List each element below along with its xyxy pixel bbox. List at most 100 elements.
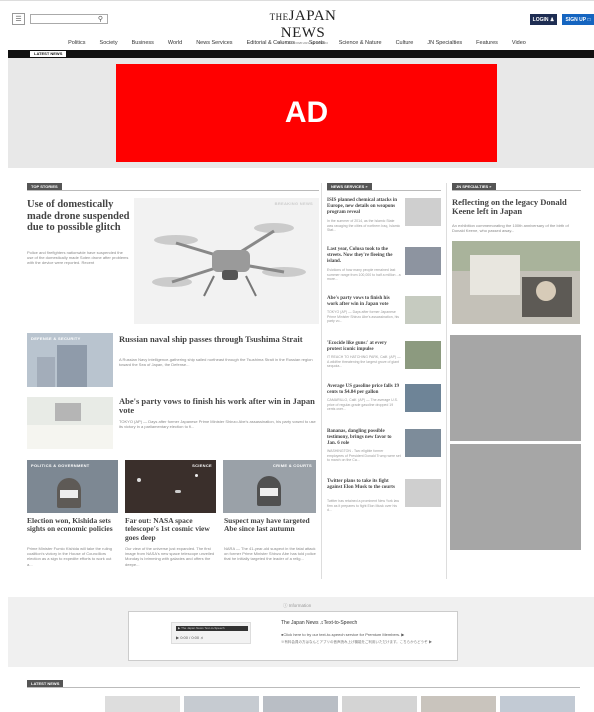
card-headline[interactable]: Far out: NASA space telescope's 1st cosm… (125, 516, 216, 542)
news-service-thumbnail[interactable] (405, 247, 441, 275)
feature-summary: An exhibition commemorating the 100th an… (452, 223, 569, 234)
nav-item-politics[interactable]: Politics (61, 38, 92, 48)
hamburger-icon: ☰ (15, 16, 22, 23)
galaxy-photo[interactable]: SCIENCE (125, 460, 216, 513)
card-summary: NARA — The 41-year-old suspect in the fa… (224, 546, 316, 562)
tts-title[interactable]: The Japan News ♫Text-to-Speech (281, 620, 357, 626)
header: ☰ ⚲ THEJAPAN NEWS BY THE YOMIURI SHIMBUN… (0, 0, 594, 45)
signup-button[interactable]: SIGN UP □ (562, 14, 594, 25)
ad-placeholder[interactable] (450, 444, 581, 550)
photo-label: BREAKING NEWS (274, 201, 313, 206)
nav-item-sports[interactable]: Sports (302, 38, 332, 48)
player-controls[interactable]: ▶ 0:00 / 0:00 ♬ (176, 635, 204, 640)
user-icon: ♟ (549, 16, 555, 23)
ad-banner[interactable]: AD (116, 64, 497, 162)
photo-category-label: CRIME & COURTS (272, 463, 312, 468)
card-summary: Prime Minister Fumio Kishida will take t… (27, 546, 112, 567)
story-summary: TOKYO (AP) — Days after former Japanese … (119, 419, 316, 430)
news-service-item[interactable]: ISIS planned chemical attacks in Europe,… (327, 198, 441, 242)
news-service-headline[interactable]: Abe's party vows to finish his work afte… (327, 296, 401, 308)
nav-item-science[interactable]: Science & Nature (332, 38, 389, 48)
story-headline[interactable]: Abe's party vows to finish his work afte… (119, 396, 319, 416)
site-logo[interactable]: THEJAPAN NEWS BY THE YOMIURI SHIMBUN (248, 8, 358, 45)
latest-news-thumbnail[interactable] (105, 696, 180, 712)
story-headline[interactable]: Russian naval ship passes through Tsushi… (119, 334, 319, 344)
news-service-headline[interactable]: ISIS planned chemical attacks in Europe,… (327, 198, 401, 215)
news-service-item[interactable]: 'Ecocide like guns:' at every protest ic… (327, 341, 441, 381)
info-icon: ⓘ (283, 603, 288, 608)
news-service-summary: CAMARILLO, Calif. (AP) — The average U.S… (327, 398, 398, 412)
player-title: ▶ The Japan News Text-to-Speech (178, 626, 225, 630)
nav-item-culture[interactable]: Culture (389, 38, 421, 48)
news-service-headline[interactable]: 'Ecocide like guns:' at every protest ic… (327, 341, 401, 353)
section-label-text: NEWS SERVICES (331, 184, 365, 189)
news-service-thumbnail[interactable] (405, 296, 441, 324)
signup-label: SIGN UP (565, 16, 587, 23)
news-service-thumbnail[interactable] (405, 384, 441, 412)
news-service-headline[interactable]: Last year, Colusa took to the streets. N… (327, 247, 401, 264)
kishida-photo[interactable]: POLITICS & GOVERNMENT (27, 460, 118, 513)
news-service-thumbnail[interactable] (405, 198, 441, 226)
latest-news-strip (27, 696, 594, 712)
latest-news-thumbnail[interactable] (421, 696, 496, 712)
nav-item-news-services[interactable]: News Services (189, 38, 239, 48)
chevron-right-icon: » (365, 184, 368, 189)
building-photo[interactable]: DEFENSE & SECURITY (27, 333, 113, 387)
latest-news-thumbnail[interactable] (342, 696, 417, 712)
ad-zone: AD (8, 58, 594, 168)
information-label: ⓘ Information (283, 603, 311, 609)
information-section: ⓘ Information ▶ The Japan News Text-to-S… (8, 597, 594, 667)
nav-item-world[interactable]: World (161, 38, 189, 48)
login-button[interactable]: LOGIN ♟ (530, 14, 557, 25)
news-service-item[interactable]: Average US gasoline price falls 19 cents… (327, 384, 441, 424)
search-icon[interactable]: ⚲ (98, 15, 103, 24)
lead-headline[interactable]: Use of domestically made drone suspended… (27, 199, 130, 234)
news-service-headline[interactable]: Twitter plans to take its fight against … (327, 479, 401, 491)
news-service-thumbnail[interactable] (405, 479, 441, 507)
suspect-photo[interactable]: CRIME & COURTS (223, 460, 316, 513)
play-icon[interactable]: ▶ (176, 635, 179, 640)
news-service-headline[interactable]: Bananas, dangling possible testimony, br… (327, 429, 401, 446)
news-service-summary: WASHINGTON - Two eligible former employe… (327, 449, 401, 463)
latest-news-thumbnail[interactable] (500, 696, 575, 712)
page: ☰ ⚲ THEJAPAN NEWS BY THE YOMIURI SHIMBUN… (0, 0, 594, 712)
news-service-headline[interactable]: Average US gasoline price falls 19 cents… (327, 384, 401, 396)
nav-item-business[interactable]: Business (125, 38, 161, 48)
feature-headline[interactable]: Reflecting on the legacy Donald Keene le… (452, 197, 582, 217)
card-headline[interactable]: Suspect may have targeted Abe since last… (224, 516, 316, 534)
tts-link[interactable]: ●Click here to try our text-to-speech se… (281, 632, 456, 637)
latest-news-ticker[interactable]: LATEST NEWS (8, 50, 594, 58)
section-label-text: JN SPECIALTIES (456, 184, 489, 189)
nav-item-editorial[interactable]: Editorial & Columns (240, 38, 302, 48)
card-summary: Our view of the universe just expanded. … (125, 546, 215, 567)
nav-item-video[interactable]: Video (505, 38, 533, 48)
keene-photo[interactable] (452, 241, 580, 324)
audio-player[interactable]: ▶ The Japan News Text-to-Speech ▶ 0:00 /… (171, 622, 251, 644)
lead-summary: Police and firefighters nationwide have … (27, 250, 129, 266)
news-service-item[interactable]: Last year, Colusa took to the streets. N… (327, 247, 441, 291)
card-headline[interactable]: Election won, Kishida sets sights on eco… (27, 516, 118, 534)
news-service-item[interactable]: Twitter plans to take its fight against … (327, 479, 441, 521)
news-service-summary: Evictions of how many people remained la… (327, 268, 401, 282)
nav-item-features[interactable]: Features (469, 38, 505, 48)
nav-item-jn-specialties[interactable]: JN Specialties (420, 38, 469, 48)
latest-news-thumbnail[interactable] (263, 696, 338, 712)
player-header: ▶ The Japan News Text-to-Speech (176, 626, 248, 631)
logo-the: THE (269, 12, 289, 22)
text-to-speech-card[interactable]: ▶ The Japan News Text-to-Speech ▶ 0:00 /… (128, 611, 458, 661)
news-service-item[interactable]: Abe's party vows to finish his work afte… (327, 296, 441, 336)
news-service-thumbnail[interactable] (405, 429, 441, 457)
volume-icon[interactable]: ♬ (200, 635, 204, 640)
nav-item-society[interactable]: Society (93, 38, 125, 48)
flowers-photo[interactable] (27, 397, 113, 449)
signup-icon: □ (587, 16, 591, 23)
ad-placeholder[interactable] (450, 335, 581, 441)
tts-japanese-link[interactable]: ※有料会員の方はなんとアプリの音声読み上げ機能をご利用いただけます。こちらからど… (281, 640, 456, 645)
news-service-thumbnail[interactable] (405, 341, 441, 369)
drone-photo[interactable]: BREAKING NEWS (134, 198, 319, 324)
news-service-item[interactable]: Bananas, dangling possible testimony, br… (327, 429, 441, 474)
latest-news-thumbnail[interactable] (184, 696, 259, 712)
story-summary: A Russian Navy intelligence-gathering sh… (119, 357, 313, 368)
search-input[interactable]: ⚲ (30, 14, 108, 24)
menu-button[interactable]: ☰ (12, 13, 25, 25)
